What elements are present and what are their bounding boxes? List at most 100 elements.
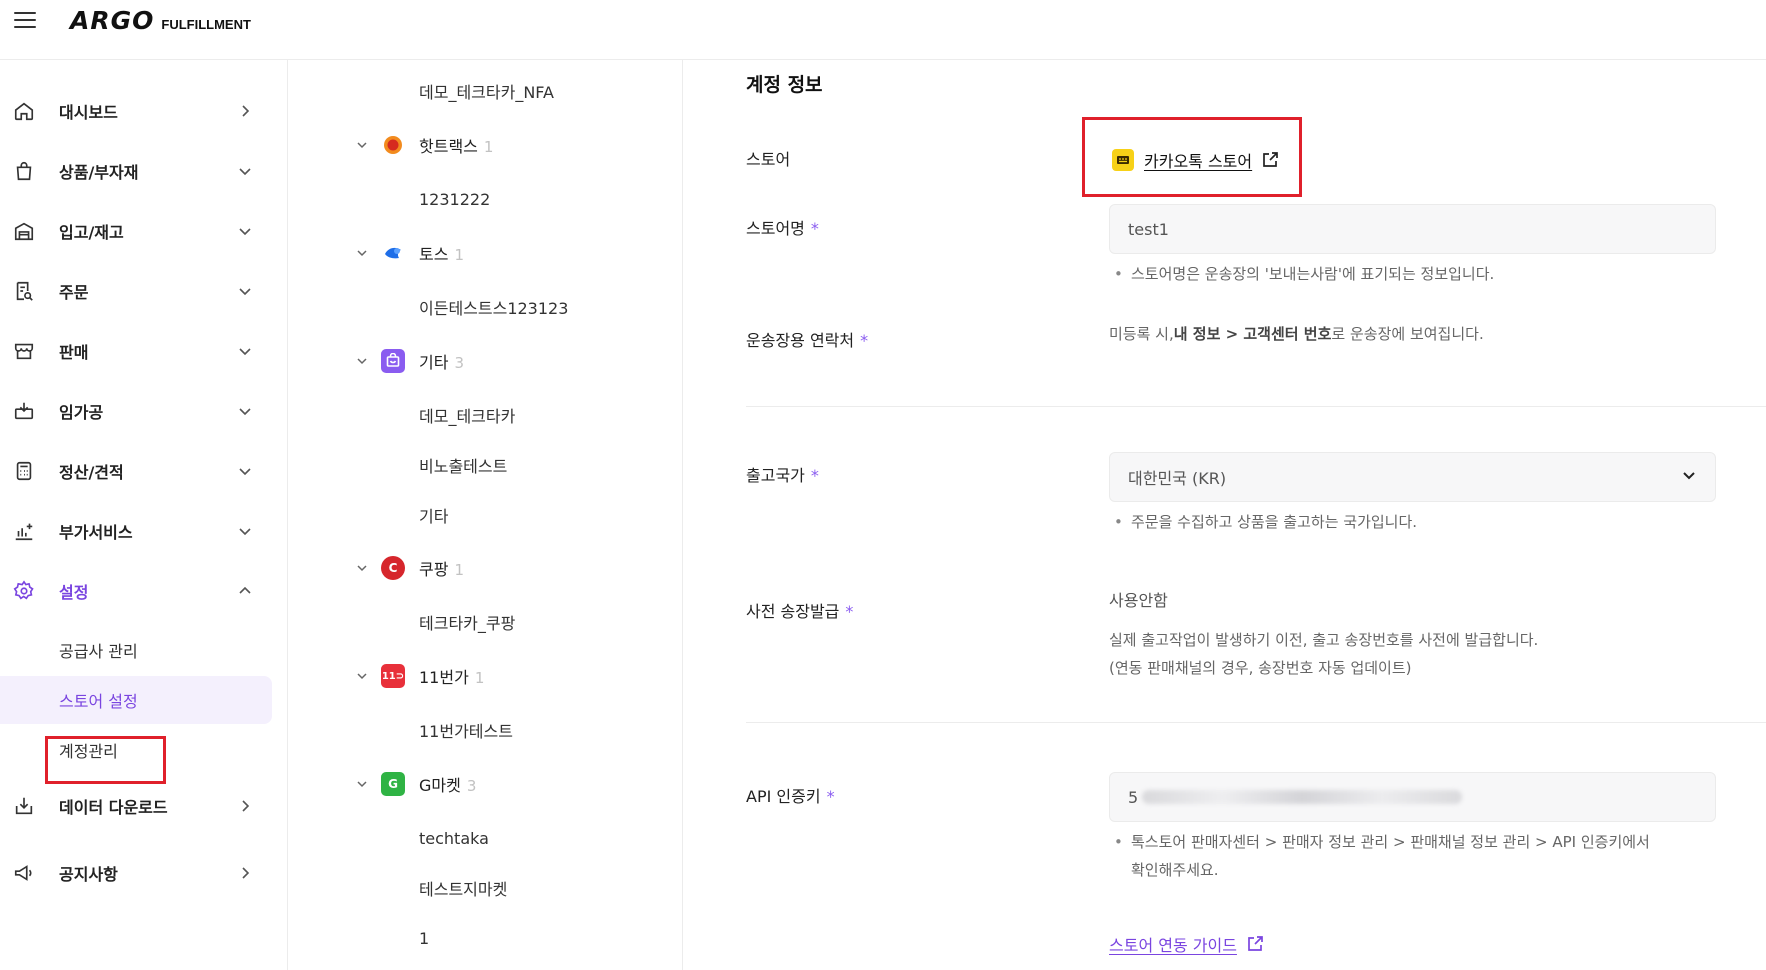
tree-group-name: 쿠팡 — [419, 560, 449, 579]
preinvoice-desc-line1: 실제 출고작업이 발생하기 이전, 출고 송장번호를 사전에 발급합니다. — [1109, 631, 1539, 649]
required-mark: * — [810, 219, 819, 238]
chevron-down-icon[interactable] — [355, 246, 369, 260]
chart-plus-icon — [12, 519, 36, 543]
tree-child-item[interactable]: 비노출테스트 — [289, 445, 683, 485]
sidebar-subitem-label: 계정관리 — [59, 742, 118, 761]
tree-group-name: 토스 — [419, 245, 449, 264]
contact-label-text: 운송장용 연락처 — [746, 331, 855, 350]
hamburger-menu-icon[interactable] — [14, 12, 36, 28]
tree-group-name: G마켓 — [419, 776, 461, 795]
sidebar-item-orders[interactable]: 주문 — [0, 271, 288, 311]
sidebar-item-label: 주문 — [59, 283, 89, 302]
chevron-down-icon — [236, 222, 254, 240]
tree-child-item[interactable]: 테크타카_쿠팡 — [289, 602, 683, 642]
sidebar-subitem-account[interactable]: 계정관리 — [0, 726, 272, 774]
contact-hint: 미등록 시,내 정보 > 고객센터 번호로 운송장에 보여집니다. — [1109, 320, 1484, 348]
tree-child-item[interactable]: 데모_테크타카 — [289, 395, 683, 435]
store-tree: 데모_테크타카_NFA 핫트랙스 1 1231222 토스 1 이든테스트스1231… — [289, 60, 683, 970]
tree-group-count: 1 — [474, 669, 485, 687]
contact-hint-post: 로 운송장에 보여집니다. — [1331, 325, 1484, 343]
logo-sub-text: FULFILLMENT — [161, 17, 251, 32]
chevron-down-icon — [236, 402, 254, 420]
api-key-hint-line2: 확인해주세요. — [1131, 861, 1219, 879]
required-mark: * — [810, 466, 819, 485]
11st-logo-icon: 11⊃ — [381, 664, 405, 688]
sidebar-subitem-label: 공급사 관리 — [59, 642, 138, 661]
tree-group-toss[interactable]: 토스 1 — [289, 233, 683, 273]
sidebar-item-label: 공지사항 — [59, 865, 118, 884]
sidebar-item-processing[interactable]: 임가공 — [0, 391, 288, 431]
etc-store-icon — [381, 349, 405, 373]
sidebar-item-settings[interactable]: 설정 — [0, 571, 288, 611]
tree-group-name: 핫트랙스 — [419, 137, 478, 156]
chevron-right-icon — [236, 102, 254, 120]
account-info-form: 계정 정보 스토어 카카오톡 스토어 스토어명 * test1 스토어명은 운송장… — [684, 60, 1766, 970]
chevron-up-icon — [236, 582, 254, 600]
tree-child-label: 기타 — [419, 507, 449, 526]
sidebar-item-dashboard[interactable]: 대시보드 — [0, 91, 288, 131]
tree-group-gmarket[interactable]: G G마켓 3 — [289, 764, 683, 804]
tree-child-item[interactable]: techtaka — [289, 818, 683, 858]
country-select[interactable]: 대한민국 (KR) — [1109, 452, 1716, 502]
sidebar-item-extra-services[interactable]: 부가서비스 — [0, 511, 288, 551]
sidebar-item-label: 데이터 다운로드 — [59, 798, 168, 817]
tree-child-item[interactable]: 기타 — [289, 495, 683, 535]
top-header: ARGO FULFILLMENT — [0, 0, 1766, 60]
contact-hint-bold: 내 정보 > 고객센터 번호 — [1173, 325, 1332, 343]
sidebar-subitem-supplier[interactable]: 공급사 관리 — [0, 626, 272, 674]
storefront-icon — [12, 339, 36, 363]
sidebar-item-label: 임가공 — [59, 403, 104, 422]
store-link-text[interactable]: 카카오톡 스토어 — [1144, 148, 1252, 172]
store-name-hint: 스토어명은 운송장의 '보내는사람'에 표기되는 정보입니다. — [1109, 260, 1494, 288]
brand-logo[interactable]: ARGO FULFILLMENT — [70, 6, 251, 35]
sidebar-subitem-store-settings[interactable]: 스토어 설정 — [0, 676, 272, 724]
sidebar-item-label: 상품/부자재 — [59, 163, 139, 182]
guide-link-text[interactable]: 스토어 연동 가이드 — [1109, 932, 1237, 956]
sidebar-item-label: 정산/견적 — [59, 463, 124, 482]
chevron-down-icon[interactable] — [355, 777, 369, 791]
logo-main-text: ARGO — [70, 6, 155, 35]
tree-child-item[interactable]: 11번가테스트 — [289, 710, 683, 750]
api-key-label: API 인증키 * — [746, 783, 835, 807]
sidebar-item-billing[interactable]: 정산/견적 — [0, 451, 288, 491]
tree-child-item[interactable]: 1 — [289, 918, 683, 958]
chevron-down-icon[interactable] — [355, 138, 369, 152]
api-key-input[interactable]: 5 — [1109, 772, 1716, 822]
tree-group-coupang[interactable]: C 쿠팡 1 — [289, 548, 683, 588]
tree-group-label: 11번가 1 — [419, 664, 484, 688]
chevron-down-icon[interactable] — [355, 561, 369, 575]
toss-logo-icon — [381, 241, 405, 265]
chevron-down-icon[interactable] — [355, 354, 369, 368]
sidebar-item-notice[interactable]: 공지사항 — [0, 853, 288, 893]
tree-child-item[interactable]: 이든테스트스123123 — [289, 287, 683, 327]
store-name-label: 스토어명 * — [746, 215, 819, 239]
gmarket-logo-icon: G — [381, 772, 405, 796]
store-integration-guide-link[interactable]: 스토어 연동 가이드 — [1109, 932, 1265, 956]
sidebar-item-data-download[interactable]: 데이터 다운로드 — [0, 786, 288, 826]
store-name-input[interactable]: test1 — [1109, 204, 1716, 254]
store-label: 스토어 — [746, 150, 791, 169]
sidebar-item-label: 부가서비스 — [59, 523, 133, 542]
tree-group-etc[interactable]: 기타 3 — [289, 341, 683, 381]
chevron-down-icon — [1681, 467, 1697, 487]
sidebar-item-inbound-stock[interactable]: 입고/재고 — [0, 211, 288, 251]
tree-group-11st[interactable]: 11⊃ 11번가 1 — [289, 656, 683, 696]
sidebar-item-products[interactable]: 상품/부자재 — [0, 151, 288, 191]
tree-group-hottracks[interactable]: 핫트랙스 1 — [289, 125, 683, 165]
warehouse-icon — [12, 219, 36, 243]
tree-group-label: 핫트랙스 1 — [419, 133, 493, 157]
sidebar-item-sales[interactable]: 판매 — [0, 331, 288, 371]
box-process-icon — [12, 399, 36, 423]
sidebar-item-label: 설정 — [59, 583, 89, 602]
chevron-down-icon[interactable] — [355, 669, 369, 683]
external-link-icon[interactable] — [1245, 934, 1265, 954]
tree-child-item[interactable]: 1231222 — [289, 179, 683, 219]
api-key-value-prefix: 5 — [1128, 787, 1139, 807]
store-link[interactable]: 카카오톡 스토어 — [1112, 148, 1280, 172]
chevron-down-icon — [236, 282, 254, 300]
tree-child-item[interactable]: 데모_테크타카_NFA — [289, 71, 683, 111]
external-link-icon[interactable] — [1260, 150, 1280, 170]
tree-child-item[interactable]: 테스트지마켓 — [289, 868, 683, 908]
tree-child-label: 데모_테크타카 — [419, 407, 516, 426]
api-key-label-text: API 인증키 — [746, 787, 821, 806]
